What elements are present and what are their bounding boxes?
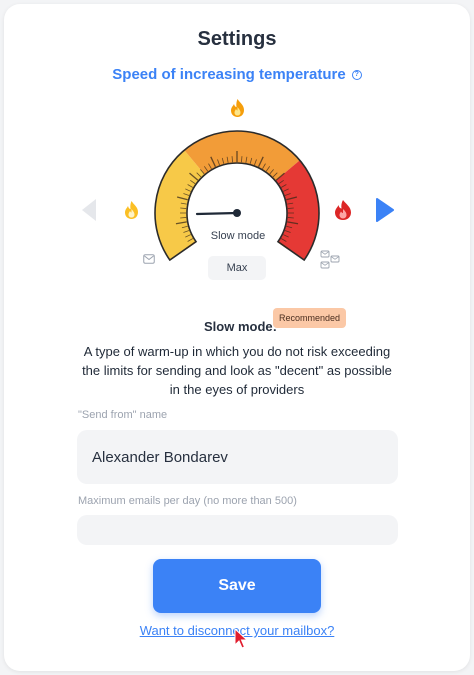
gauge-tick — [287, 207, 294, 209]
mouse-cursor-icon — [234, 628, 248, 649]
save-button[interactable]: Save — [153, 559, 321, 613]
flame-top-icon — [231, 99, 244, 117]
gauge-svg — [154, 130, 320, 262]
gauge-tick — [241, 156, 243, 163]
recommended-badge: Recommended — [273, 308, 347, 328]
gauge-mode-label: Slow mode — [210, 230, 266, 242]
arrow-left-icon[interactable] — [78, 197, 100, 223]
gauge-tick — [287, 217, 294, 219]
gauge-needle — [195, 211, 239, 216]
max-emails-label: Maximum emails per day (no more than 500… — [78, 495, 297, 507]
mode-title: Slow mode: — [204, 319, 277, 334]
flame-left-icon — [125, 201, 138, 219]
gauge-tick — [231, 156, 233, 163]
send-from-input[interactable] — [77, 430, 398, 484]
gauge-segment — [155, 150, 205, 261]
temperature-gauge: Slow mode Max — [0, 0, 474, 300]
mode-description: A type of warm-up in which you do not ri… — [82, 344, 392, 397]
flame-right-icon — [335, 200, 351, 220]
max-emails-input[interactable] — [77, 515, 398, 545]
arrow-right-icon[interactable] — [374, 197, 396, 223]
gauge-needle-hub — [233, 209, 241, 217]
max-button[interactable]: Max — [208, 256, 266, 280]
envelope-icon — [143, 254, 155, 264]
envelopes-stack-icon — [320, 250, 340, 269]
gauge-tick — [180, 207, 187, 209]
send-from-label: "Send from" name — [78, 409, 168, 421]
gauge-tick — [180, 217, 187, 219]
